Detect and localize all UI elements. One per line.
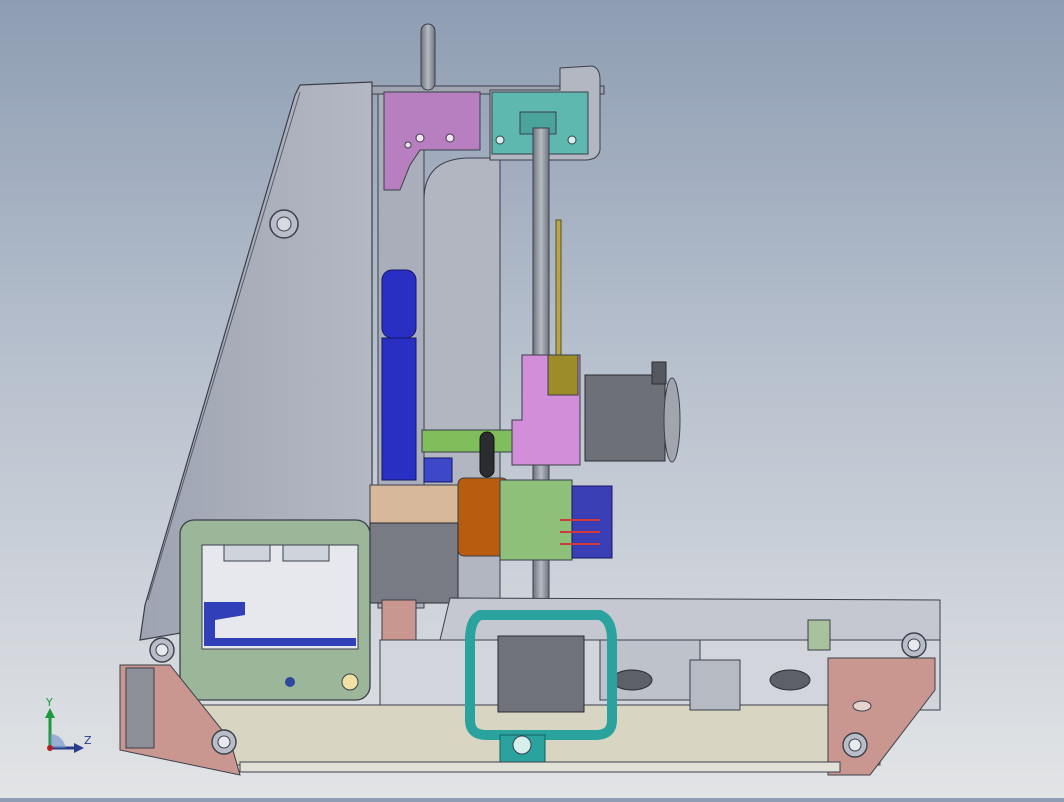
printer-model-view xyxy=(119,23,941,776)
top-rod xyxy=(420,23,436,91)
belt-lower xyxy=(381,337,417,481)
axis-triad: Y Z xyxy=(38,696,98,760)
status-led-blue xyxy=(285,677,295,687)
status-led-cream xyxy=(341,673,359,691)
rose-right-bracket xyxy=(827,657,936,776)
extruder-gear xyxy=(663,377,681,463)
z-inner-motor xyxy=(497,635,585,713)
triad-graphic xyxy=(45,708,84,753)
z-axis-label: Z xyxy=(84,734,92,747)
extruder-motor xyxy=(584,374,666,462)
z-motor xyxy=(369,522,459,604)
y-axis-label: Y xyxy=(46,696,53,709)
belt-upper xyxy=(381,269,417,339)
cad-viewport[interactable] xyxy=(0,0,1064,798)
brass-probe xyxy=(555,219,562,361)
tan-block xyxy=(369,484,461,524)
green-arm xyxy=(421,429,513,453)
